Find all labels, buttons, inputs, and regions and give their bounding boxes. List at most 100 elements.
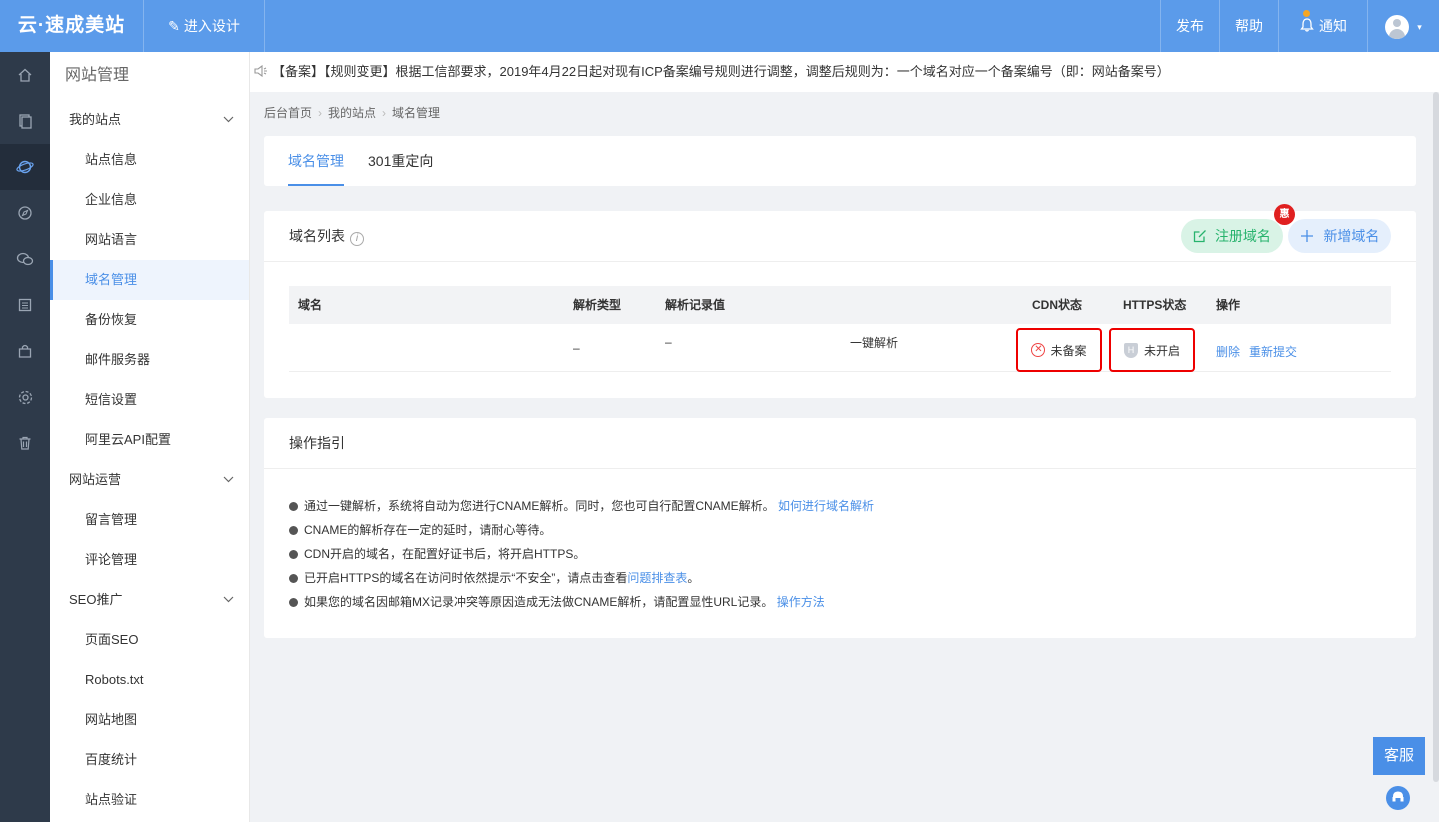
tab-301-redirect[interactable]: 301重定向: [368, 136, 433, 186]
rail-pages[interactable]: [0, 98, 50, 144]
guide-text: CDN开启的域名，在配置好证书后，将开启HTTPS。: [304, 547, 586, 561]
breadcrumb-my-site[interactable]: 我的站点: [328, 106, 376, 120]
col-type: 解析类型: [573, 298, 622, 312]
guide-panel: 操作指引 通过一键解析，系统将自动为您进行CNAME解析。同时，您也可自行配置C…: [264, 418, 1416, 638]
enter-design-button[interactable]: ✎ 进入设计: [144, 0, 265, 52]
chat-icon: [16, 252, 34, 266]
rail-shop[interactable]: [0, 328, 50, 374]
menu-item-site-language[interactable]: 网站语言: [50, 220, 249, 260]
menu-group-my-site[interactable]: 我的站点: [50, 100, 249, 140]
menu-group-label: 网站运营: [69, 472, 122, 487]
col-domain: 域名: [298, 298, 323, 312]
domain-list-panel: 域名列表 i 注册域名 惠 新增域名 域名 解析类型 解析记录值 CDN状态 HT…: [264, 204, 1416, 398]
tab-domain-manage[interactable]: 域名管理: [288, 136, 344, 186]
delete-button[interactable]: 删除: [1216, 328, 1240, 376]
register-domain-button[interactable]: 注册域名: [1181, 219, 1283, 253]
how-to-resolve-link[interactable]: 如何进行域名解析: [778, 499, 874, 513]
col-value: 解析记录值: [665, 298, 726, 312]
scrollbar[interactable]: [1433, 92, 1439, 782]
guide-suffix: 。: [687, 571, 700, 585]
headset-icon[interactable]: [1386, 786, 1410, 810]
https-status: H 未开启: [1109, 328, 1195, 372]
https-status-text: 未开启: [1143, 343, 1180, 358]
troubleshoot-link[interactable]: 问题排查表: [627, 571, 687, 585]
menu-group-operation[interactable]: 网站运营: [50, 460, 249, 500]
domain-list-title-text: 域名列表: [289, 228, 345, 244]
tabs-panel: 域名管理 301重定向: [264, 136, 1416, 186]
rail-chat[interactable]: [0, 236, 50, 282]
cdn-status: ✕ 未备案: [1016, 328, 1102, 372]
info-icon[interactable]: i: [350, 232, 364, 246]
home-icon: [18, 68, 32, 82]
discount-badge: 惠: [1274, 204, 1295, 225]
rail-settings[interactable]: [0, 374, 50, 420]
list-item: CNAME的解析存在一定的延时，请耐心等待。: [289, 518, 874, 542]
notify-button[interactable]: 通知: [1278, 0, 1367, 52]
table-row: – – 一键解析 ✕ 未备案 H 未开启 删除 重新提交: [289, 324, 1391, 372]
help-button[interactable]: 帮助: [1219, 0, 1278, 52]
bullet-dot: [289, 550, 298, 559]
resubmit-button[interactable]: 重新提交: [1249, 328, 1297, 376]
add-domain-label: 新增域名: [1323, 228, 1380, 244]
menu-item-site-verify[interactable]: 站点验证: [50, 780, 249, 820]
shield-icon: H: [1123, 342, 1138, 358]
col-cdn: CDN状态: [1032, 298, 1082, 312]
chevron-down-icon: [223, 100, 234, 140]
trash-icon: [19, 436, 31, 450]
chevron-down-icon: [223, 460, 234, 500]
menu-item-aliyun-api[interactable]: 阿里云API配置: [50, 420, 249, 460]
menu-item-messages[interactable]: 留言管理: [50, 500, 249, 540]
rail-compass[interactable]: [0, 190, 50, 236]
chevron-right-icon: ›: [382, 106, 387, 120]
bullet-dot: [289, 598, 298, 607]
guide-text: 已开启HTTPS的域名在访问时依然提示“不安全”，请点击查看: [304, 571, 628, 585]
menu-item-robots[interactable]: Robots.txt: [50, 660, 249, 700]
menu-item-page-seo[interactable]: 页面SEO: [50, 620, 249, 660]
menu-item-comments[interactable]: 评论管理: [50, 540, 249, 580]
brand-logo[interactable]: 云·速成美站: [0, 0, 144, 52]
breadcrumb: 后台首页 › 我的站点 › 域名管理: [264, 104, 440, 121]
publish-button[interactable]: 发布: [1160, 0, 1219, 52]
menu-item-site-info[interactable]: 站点信息: [50, 140, 249, 180]
chevron-right-icon: ›: [318, 106, 323, 120]
operation-method-link[interactable]: 操作方法: [777, 595, 825, 609]
rail-home[interactable]: [0, 52, 50, 98]
menu-title: 网站管理: [65, 67, 130, 84]
domain-list-title: 域名列表 i: [289, 211, 364, 262]
pages-icon: [19, 114, 32, 129]
rail-trash[interactable]: [0, 420, 50, 466]
user-menu[interactable]: ▾: [1367, 0, 1439, 52]
menu-group-seo[interactable]: SEO推广: [50, 580, 249, 620]
bullet-dot: [289, 574, 298, 583]
menu-item-sms[interactable]: 短信设置: [50, 380, 249, 420]
rail-list[interactable]: [0, 282, 50, 328]
menu-item-mail-server[interactable]: 邮件服务器: [50, 340, 249, 380]
bell-icon: [1299, 0, 1315, 52]
list-item: 如果您的域名因邮箱MX记录冲突等原因造成无法做CNAME解析，请配置显性URL记…: [289, 590, 874, 614]
rail-site-manage[interactable]: [0, 144, 50, 190]
menu-item-sitemap[interactable]: 网站地图: [50, 700, 249, 740]
top-bar: 云·速成美站 ✎ 进入设计 发布 帮助 通知 ▾: [0, 0, 1439, 52]
menu-item-backup[interactable]: 备份恢复: [50, 300, 249, 340]
chevron-down-icon: [223, 580, 234, 620]
notice-bar[interactable]: 【备案】【规则变更】根据工信部要求，2019年4月22日起对现有ICP备案编号规…: [250, 52, 1439, 92]
customer-service-button[interactable]: 客服: [1373, 737, 1425, 775]
add-domain-button[interactable]: 新增域名: [1288, 219, 1391, 253]
guide-text: 如果您的域名因邮箱MX记录冲突等原因造成无法做CNAME解析，请配置显性URL记…: [304, 595, 774, 609]
guide-text: CNAME的解析存在一定的延时，请耐心等待。: [304, 523, 552, 537]
menu-item-domain-manage[interactable]: 域名管理: [50, 260, 249, 300]
guide-list: 通过一键解析，系统将自动为您进行CNAME解析。同时，您也可自行配置CNAME解…: [289, 494, 874, 614]
list-icon: [18, 298, 32, 312]
gear-icon: [18, 390, 32, 404]
compass-icon: [18, 206, 32, 220]
cell-value: –: [665, 335, 672, 349]
menu-item-company-info[interactable]: 企业信息: [50, 180, 249, 220]
breadcrumb-current: 域名管理: [392, 106, 441, 120]
one-click-resolve-button[interactable]: 一键解析: [850, 319, 898, 367]
close-circle-icon: ✕: [1031, 343, 1046, 357]
pencil-icon: ✎: [168, 18, 180, 34]
panel-header: 域名列表 i 注册域名 惠 新增域名: [264, 204, 1416, 262]
notify-dot: [1303, 10, 1310, 17]
breadcrumb-home[interactable]: 后台首页: [264, 106, 312, 120]
menu-item-baidu-stats[interactable]: 百度统计: [50, 740, 249, 780]
